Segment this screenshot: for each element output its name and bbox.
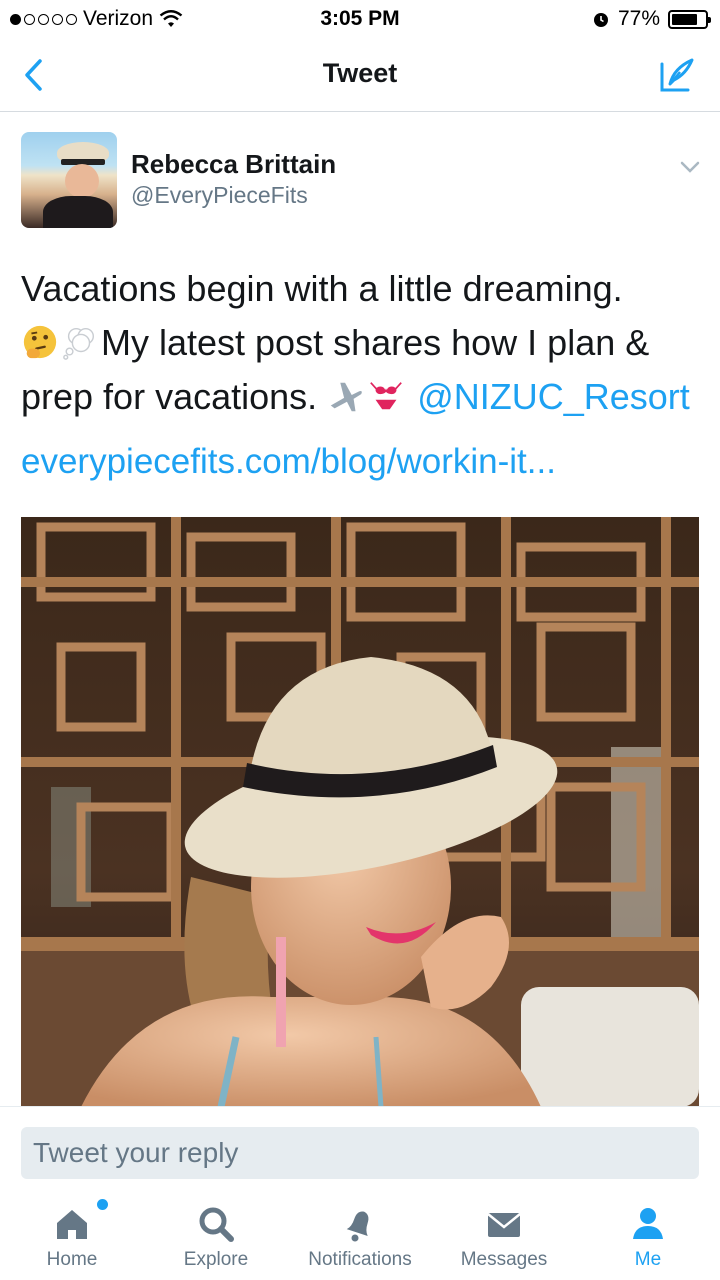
- photo-image: [21, 517, 699, 1107]
- bikini-emoji: [370, 382, 403, 410]
- status-right: 77%: [592, 7, 711, 31]
- tab-me[interactable]: Me: [576, 1197, 720, 1280]
- bell-icon: [346, 1211, 369, 1242]
- compose-button[interactable]: [656, 54, 698, 96]
- tweet-url-link[interactable]: everypiecefits.com/blog/workin-it...: [21, 442, 556, 482]
- tab-home[interactable]: Home: [0, 1197, 144, 1280]
- tweet-photo[interactable]: [21, 517, 699, 1107]
- nav-bar: Tweet: [0, 38, 720, 112]
- battery-icon: [668, 9, 711, 29]
- reply-area: Tweet your reply Home Explore Notificati…: [0, 1106, 720, 1280]
- tweet-text-segment: My latest post shares how I plan &: [101, 322, 650, 363]
- tweet-text-segment: prep for vacations.: [21, 376, 318, 417]
- battery-percent: 77%: [617, 7, 660, 30]
- airplane-emoji: [330, 382, 363, 412]
- tab-label: Explore: [183, 1249, 249, 1270]
- search-icon: [199, 1207, 234, 1242]
- notification-dot: [97, 1199, 108, 1210]
- chevron-down-icon[interactable]: [679, 156, 701, 178]
- thinking-face-emoji: [23, 325, 57, 359]
- tab-label: Me: [634, 1249, 662, 1270]
- tab-explore[interactable]: Explore: [144, 1197, 288, 1280]
- avatar[interactable]: [21, 132, 117, 228]
- compose-icon: [660, 58, 694, 92]
- tweet-text-line: My latest post shares how I plan &: [21, 316, 701, 370]
- tab-bar: Home Explore Notifications Messages Me: [0, 1197, 720, 1280]
- thought-balloon-emoji: [63, 327, 95, 360]
- envelope-icon: [487, 1213, 521, 1237]
- home-icon: [57, 1210, 87, 1239]
- author-name[interactable]: Rebecca Brittain: [131, 149, 336, 180]
- tab-notifications[interactable]: Notifications: [288, 1197, 432, 1280]
- tab-messages[interactable]: Messages: [432, 1197, 576, 1280]
- tab-label: Home: [46, 1249, 98, 1270]
- person-icon: [633, 1208, 663, 1239]
- tweet-text-line: Vacations begin with a little dreaming.: [21, 268, 623, 309]
- reply-input[interactable]: Tweet your reply: [21, 1127, 699, 1179]
- tweet-text-line: prep for vacations. @NIZUC_Resort: [21, 370, 701, 424]
- tweet-author: Rebecca Brittain @EveryPieceFits: [21, 132, 701, 228]
- status-bar: Verizon 3:05 PM 77%: [0, 0, 720, 38]
- tab-label: Notifications: [308, 1249, 412, 1270]
- tab-label: Messages: [460, 1249, 548, 1270]
- page-title: Tweet: [322, 58, 398, 88]
- alarm-icon: [593, 13, 608, 27]
- author-handle[interactable]: @EveryPieceFits: [131, 182, 308, 209]
- mention-link[interactable]: @NIZUC_Resort: [417, 376, 690, 417]
- tweet-text: Vacations begin with a little dreaming. …: [21, 262, 701, 424]
